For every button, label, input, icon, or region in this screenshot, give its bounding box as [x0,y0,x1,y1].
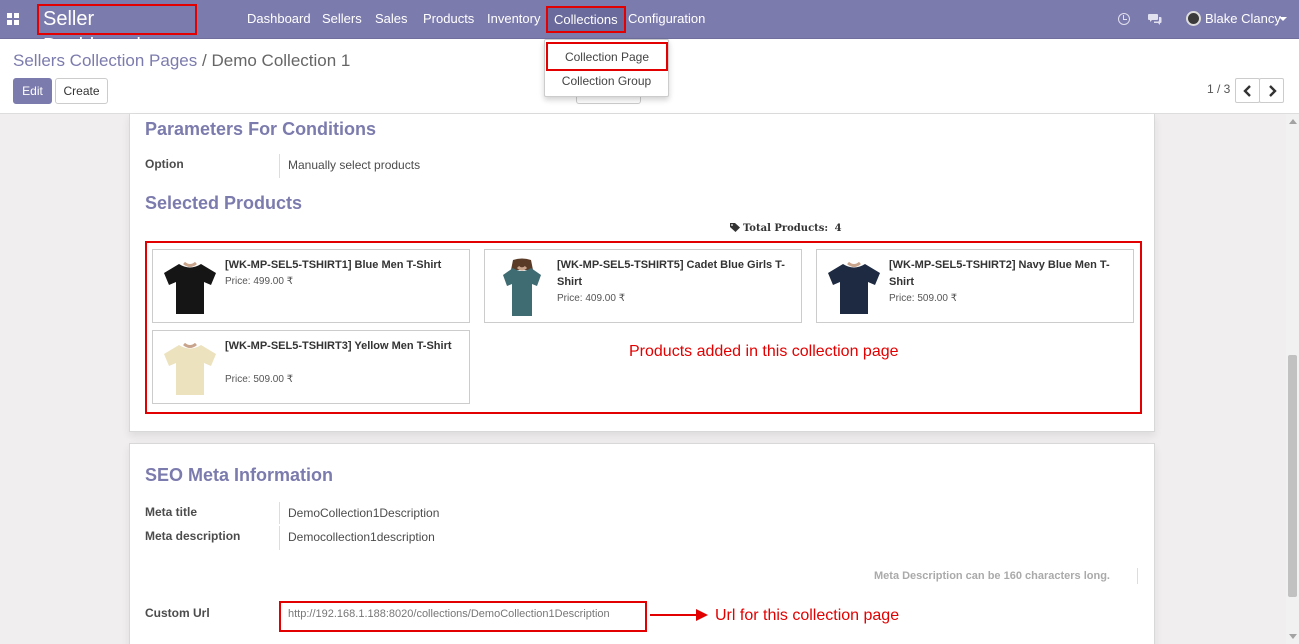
activity-clock-icon[interactable] [1118,13,1130,25]
field-divider [279,526,280,550]
menu-configuration[interactable]: Configuration [628,0,705,38]
product-image [828,261,880,314]
product-card[interactable]: [WK-MP-SEL5-TSHIRT5] Cadet Blue Girls T-… [484,249,802,323]
vertical-scrollbar[interactable] [1286,114,1299,644]
meta-title-value[interactable]: DemoCollection1Description [288,506,439,520]
menu-collections[interactable]: Collections [546,6,626,33]
product-name[interactable]: [WK-MP-SEL5-TSHIRT2] Navy Blue Men T-Shi… [889,257,1125,291]
chevron-left-icon [1243,85,1251,97]
product-name[interactable]: [WK-MP-SEL5-TSHIRT3] Yellow Men T-Shirt [225,338,461,355]
menu-sales[interactable]: Sales [375,0,408,38]
product-price: Price: 509.00 ₹ [889,293,958,304]
custom-url-highlight-box: http://192.168.1.188:8020/collections/De… [279,601,647,632]
meta-description-note: Meta Description can be 160 characters l… [874,570,1110,582]
product-name[interactable]: [WK-MP-SEL5-TSHIRT5] Cadet Blue Girls T-… [557,257,793,291]
custom-url-link[interactable]: http://192.168.1.188:8020/collections/De… [288,608,610,620]
seo-title: SEO Meta Information [145,465,334,485]
total-products: Total Products: 4 [730,223,842,234]
product-image [164,261,216,314]
product-price: Price: 499.00 ₹ [225,276,294,287]
meta-description-label: Meta description [145,529,241,543]
total-products-label: Total Products: [743,223,829,234]
menu-sellers[interactable]: Sellers [322,0,362,38]
dropdown-item-collection-page[interactable]: Collection Page [546,42,668,71]
menu-dashboard[interactable]: Dashboard [247,0,311,38]
form-sheet-conditions: Parameters For Conditions Option Manuall… [129,114,1155,432]
top-navbar: Seller Dashboard Dashboard Sellers Sales… [0,0,1299,57]
breadcrumb-root-link[interactable]: Sellers Collection Pages [13,51,197,70]
product-card[interactable]: [WK-MP-SEL5-TSHIRT1] Blue Men T-Shirt Pr… [152,249,470,323]
create-button[interactable]: Create [55,78,108,104]
collections-dropdown: Collection Page Collection Group [544,39,669,97]
pager-value: 1 / 3 [1207,82,1231,96]
product-image [503,258,541,316]
products-highlight-box: [WK-MP-SEL5-TSHIRT1] Blue Men T-Shirt Pr… [145,241,1142,414]
product-price: Price: 409.00 ₹ [557,293,626,304]
option-label: Option [145,157,184,171]
option-value[interactable]: Manually select products [288,158,420,172]
meta-description-value[interactable]: Democollection1description [288,530,435,544]
selected-products-title: Selected Products [145,193,303,213]
breadcrumb: Sellers Collection Pages / Demo Collecti… [13,51,350,71]
field-divider [279,502,280,524]
scroll-down-icon[interactable] [1289,634,1297,639]
user-menu-caret-icon[interactable] [1279,17,1287,21]
tag-icon [730,223,740,232]
edit-button[interactable]: Edit [13,78,52,104]
products-annotation: Products added in this collection page [629,343,899,360]
product-name[interactable]: [WK-MP-SEL5-TSHIRT1] Blue Men T-Shirt [225,257,461,274]
menu-inventory[interactable]: Inventory [487,0,540,38]
product-card[interactable]: [WK-MP-SEL5-TSHIRT3] Yellow Men T-Shirt … [152,330,470,404]
field-divider [1137,568,1138,584]
breadcrumb-current: Demo Collection 1 [211,51,351,70]
chevron-right-icon [1269,85,1277,97]
product-card[interactable]: [WK-MP-SEL5-TSHIRT2] Navy Blue Men T-Shi… [816,249,1134,323]
user-avatar[interactable] [1186,11,1201,26]
field-divider [279,154,280,178]
brand-title[interactable]: Seller Dashboard [37,4,197,57]
custom-url-label: Custom Url [145,606,210,620]
breadcrumb-separator: / [202,51,207,70]
arrow-right-icon [650,609,708,621]
pager-next-button[interactable] [1259,78,1284,103]
menu-products[interactable]: Products [423,0,474,38]
apps-menu-icon[interactable] [7,13,19,25]
total-products-value: 4 [834,223,842,234]
conditions-title: Parameters For Conditions [145,119,377,139]
dropdown-item-collection-group[interactable]: Collection Group [545,73,668,93]
pager-previous-button[interactable] [1235,78,1260,103]
product-image [164,342,216,395]
product-price: Price: 509.00 ₹ [225,374,294,385]
chat-icon[interactable] [1148,12,1162,26]
meta-title-label: Meta title [145,505,198,519]
url-annotation: Url for this collection page [715,607,900,624]
user-name[interactable]: Blake Clancy [1205,0,1281,38]
form-sheet-seo: SEO Meta Information Meta title DemoColl… [129,443,1155,644]
scrollbar-thumb[interactable] [1288,355,1297,597]
scroll-up-icon[interactable] [1289,119,1297,124]
